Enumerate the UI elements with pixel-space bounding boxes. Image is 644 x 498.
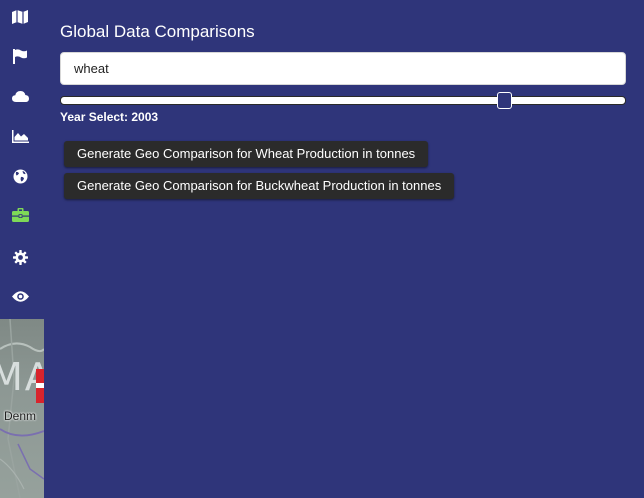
briefcase-icon — [11, 208, 29, 222]
sidebar-item-cloud[interactable] — [8, 84, 32, 108]
globe-icon — [13, 169, 27, 183]
app-root: MA Denm Global Data Comparisons Year Sel… — [0, 0, 644, 498]
sidebar-item-flag[interactable] — [8, 44, 32, 68]
cloud-icon — [11, 90, 29, 102]
gear-icon — [12, 249, 28, 265]
year-select-label: Year Select: 2003 — [60, 110, 159, 124]
map-place-label: Denm — [4, 409, 37, 423]
map-thumbnail[interactable]: MA Denm — [0, 319, 44, 498]
eye-icon — [11, 290, 29, 302]
search-input[interactable] — [60, 52, 626, 85]
sidebar-item-globe[interactable] — [8, 164, 32, 188]
generate-buckwheat-comparison-button[interactable]: Generate Geo Comparison for Buckwheat Pr… — [64, 173, 455, 199]
sidebar-item-briefcase[interactable] — [8, 203, 32, 227]
page-title: Global Data Comparisons — [60, 22, 255, 41]
map-flag-marker — [36, 369, 44, 403]
sidebar-item-settings[interactable] — [8, 245, 32, 269]
generate-wheat-comparison-button[interactable]: Generate Geo Comparison for Wheat Produc… — [64, 141, 429, 167]
area-chart-icon — [11, 129, 29, 143]
year-slider-thumb[interactable] — [497, 92, 512, 109]
sidebar-item-map[interactable] — [8, 5, 32, 29]
sidebar-item-view[interactable] — [8, 284, 32, 308]
map-icon — [12, 10, 28, 24]
sidebar-item-chart[interactable] — [8, 124, 32, 148]
flag-icon — [13, 48, 27, 64]
year-slider-track[interactable] — [60, 96, 626, 105]
sidebar — [0, 0, 42, 320]
